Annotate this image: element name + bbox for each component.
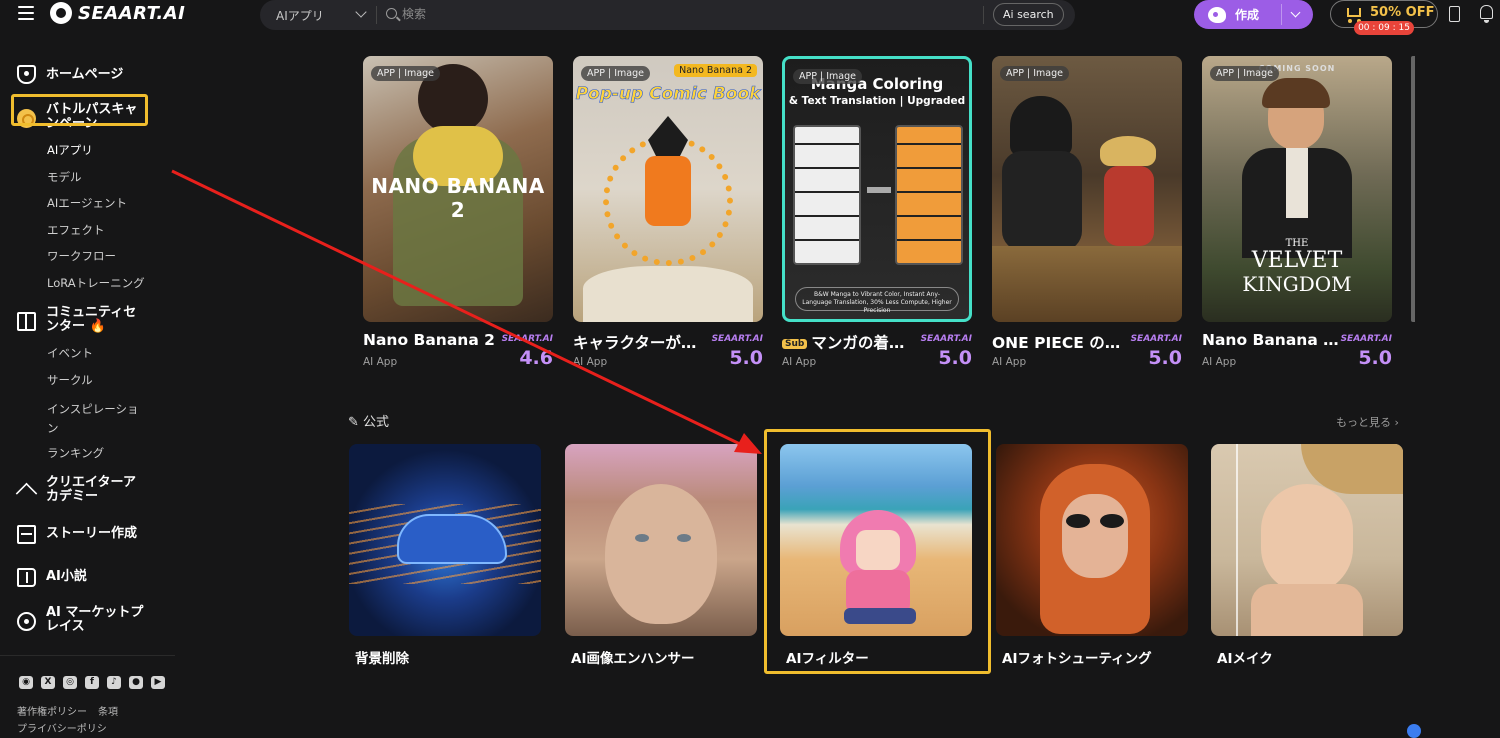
- arrow-line: [171, 169, 743, 447]
- help-bubble-icon[interactable]: [1407, 724, 1421, 738]
- annotation-arrow: [171, 169, 762, 454]
